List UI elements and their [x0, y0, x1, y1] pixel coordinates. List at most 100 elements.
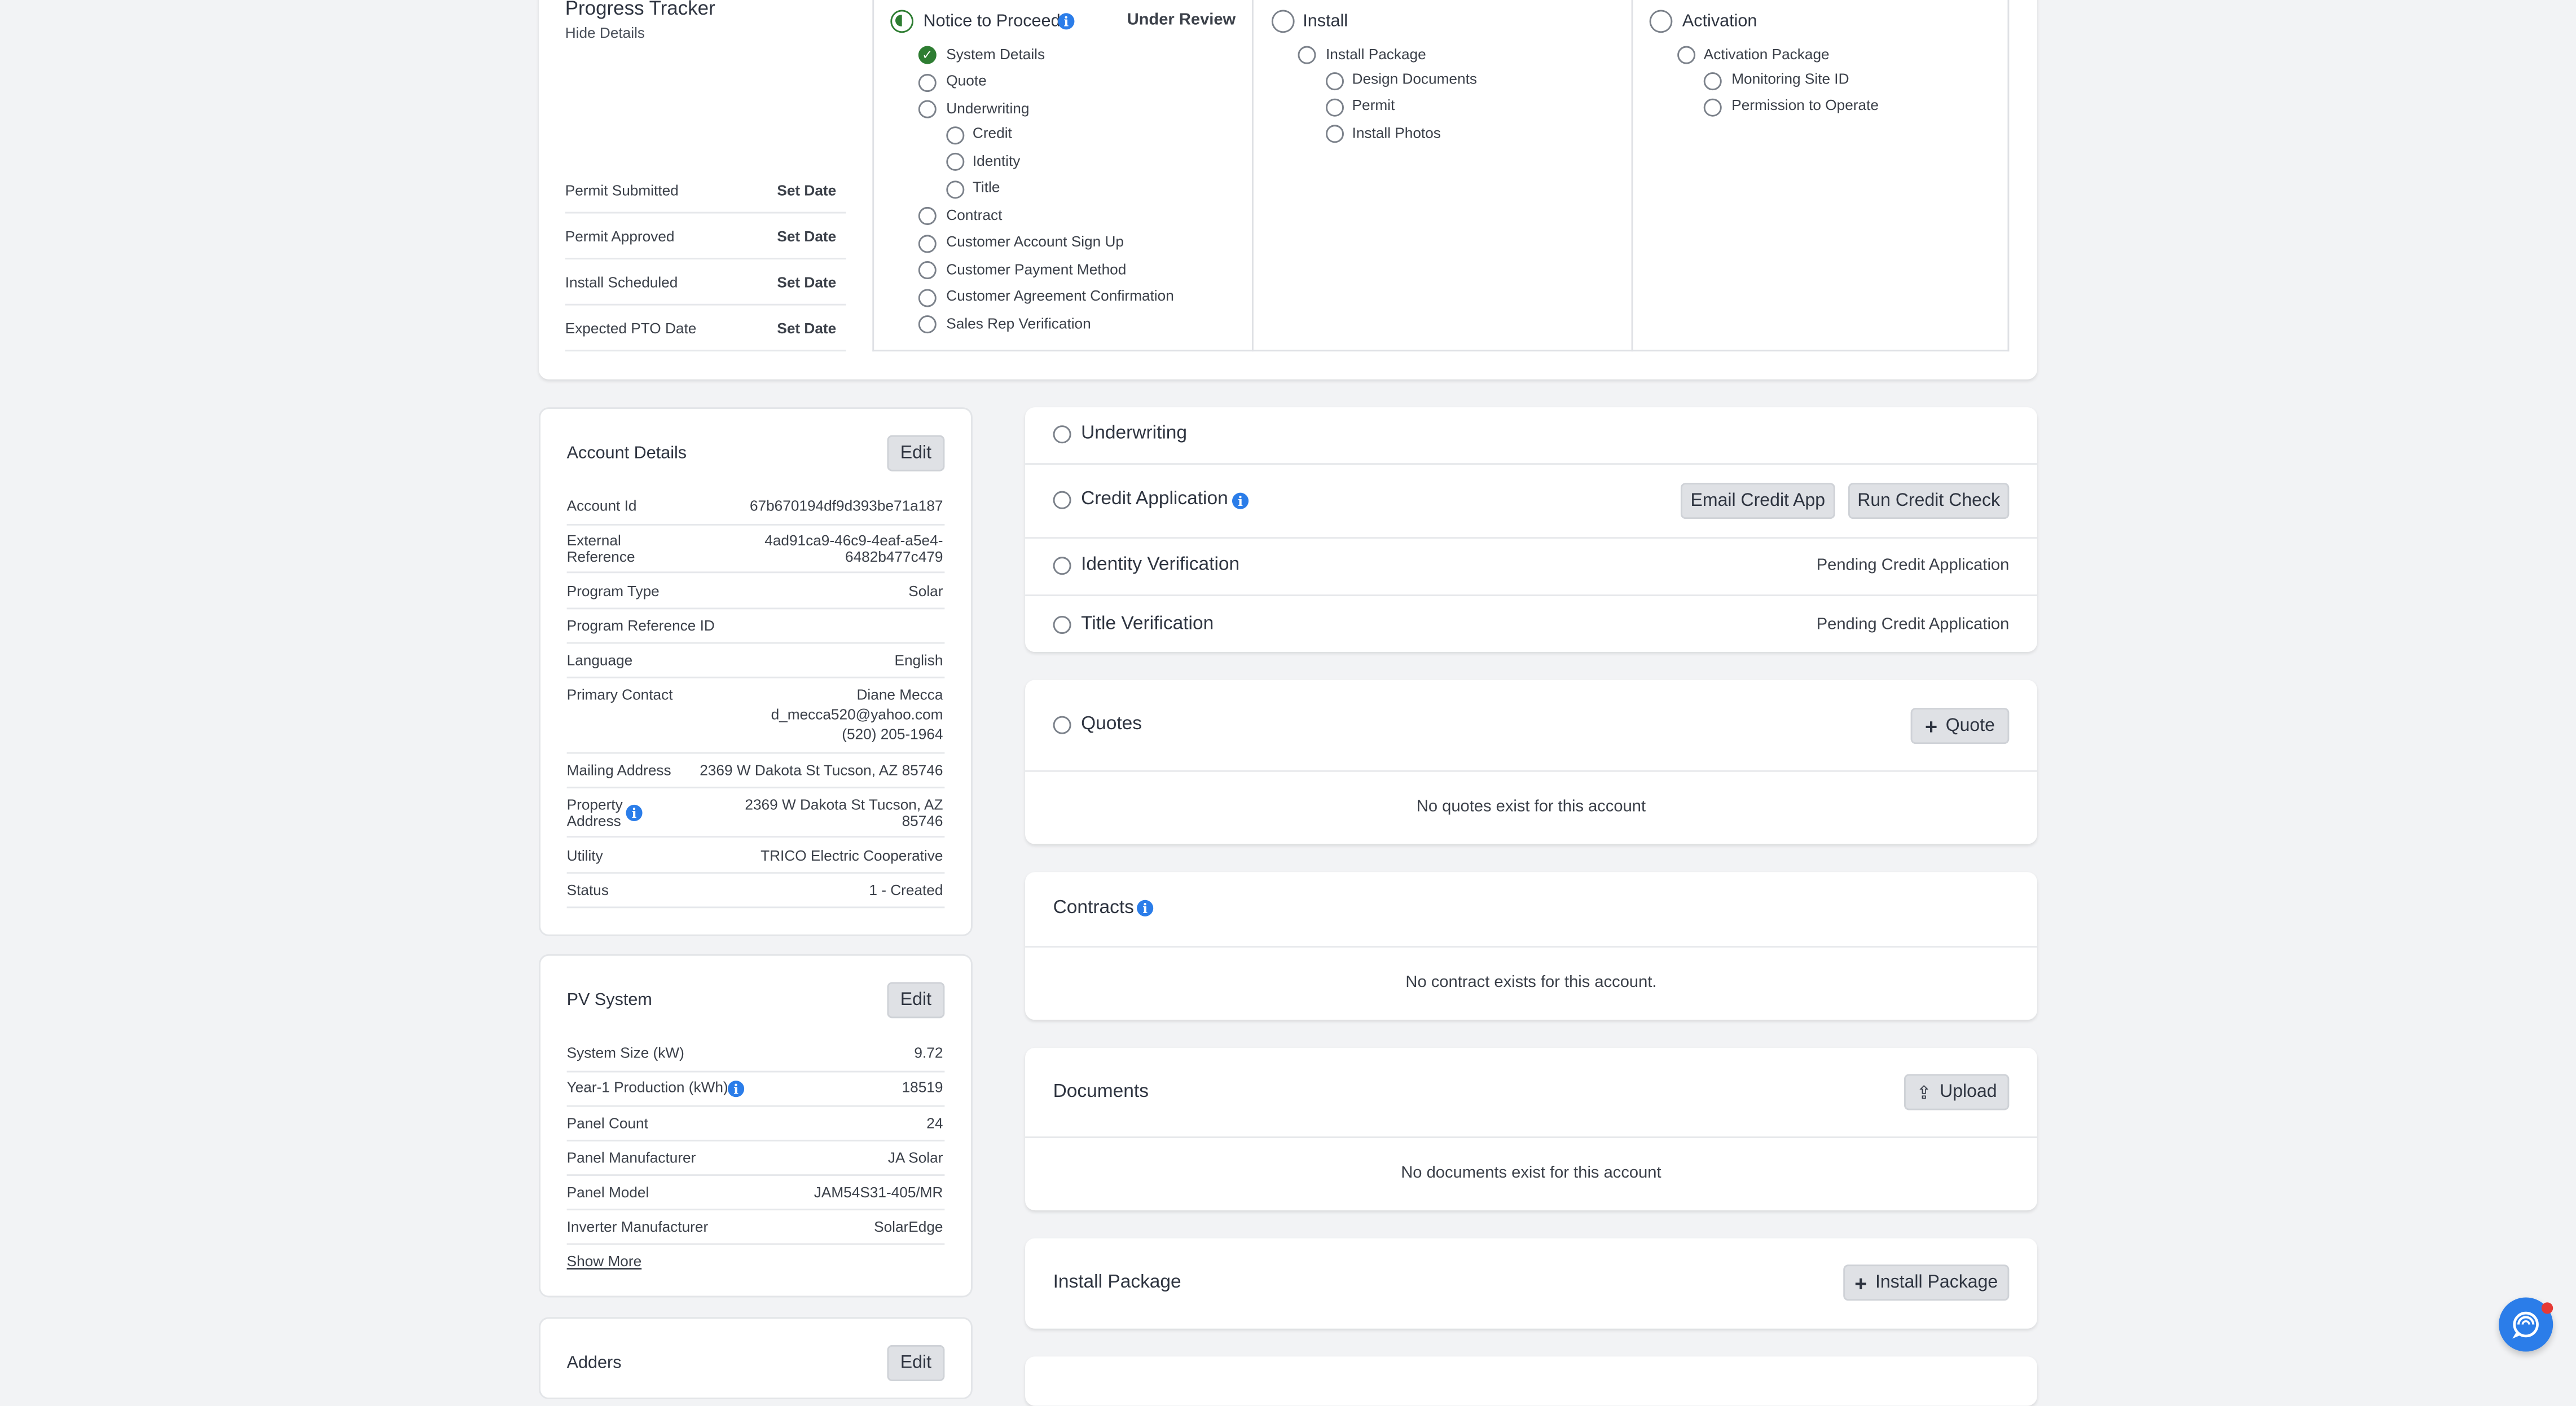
adders-title: Adders: [566, 1353, 622, 1373]
field-value: 18519: [902, 1079, 943, 1096]
field-value: JA Solar: [887, 1149, 943, 1166]
checklist-label: Design Documents: [1352, 70, 1478, 87]
add-install-package-label: Install Package: [1875, 1272, 1998, 1293]
stage-status-icon: [890, 10, 914, 33]
circle-icon: [1325, 125, 1344, 143]
divider: [565, 258, 846, 260]
field-value: (520) 205-1964: [842, 726, 943, 743]
show-more-link[interactable]: Show More: [567, 1253, 642, 1270]
circle-icon: [1053, 615, 1071, 634]
circle-icon: [918, 74, 937, 92]
pv-system-title: PV System: [566, 990, 652, 1010]
divider: [1025, 537, 2037, 539]
set-date-button[interactable]: Set Date: [777, 320, 836, 337]
title-verification-label: Title Verification: [1081, 614, 1214, 634]
circle-icon: [946, 180, 965, 199]
info-icon[interactable]: i: [1137, 900, 1154, 916]
divider: [565, 303, 846, 306]
info-icon[interactable]: i: [1232, 492, 1249, 509]
circle-icon: [918, 100, 937, 118]
stage-divider: [1631, 0, 1633, 352]
progress-tracker-title: Progress Tracker: [565, 0, 715, 20]
add-quote-button[interactable]: + Quote: [1910, 708, 2010, 744]
field-value: JAM54S31-405/MR: [814, 1184, 943, 1201]
checklist-label: Customer Account Sign Up: [946, 233, 1124, 250]
contracts-title: Contracts: [1053, 898, 1134, 918]
field-value: 24: [926, 1115, 943, 1132]
field-value: 2369 W Dakota St Tucson, AZ: [745, 796, 943, 813]
field-value: 9.72: [914, 1044, 943, 1061]
field-label: Account Id: [566, 497, 637, 514]
stage-title[interactable]: Install: [1303, 11, 1348, 31]
stage-status-icon: [1271, 10, 1295, 33]
upload-button[interactable]: ⇪ Upload: [1904, 1074, 2010, 1110]
circle-icon: [918, 261, 937, 280]
underwriting-title: Underwriting: [1081, 424, 1188, 444]
field-label: Language: [566, 652, 633, 669]
checklist-label: System Details: [946, 46, 1045, 63]
circle-icon: [946, 126, 965, 145]
field-label: Utility: [566, 847, 603, 864]
account-edit-button[interactable]: Edit: [887, 435, 945, 471]
field-value: TRICO Electric Cooperative: [761, 847, 943, 864]
upload-icon: ⇪: [1916, 1083, 1932, 1103]
checklist-label: Customer Payment Method: [946, 261, 1127, 278]
info-icon[interactable]: i: [626, 804, 643, 821]
upload-label: Upload: [1940, 1082, 1997, 1102]
circle-icon: [918, 289, 937, 307]
email-credit-app-button[interactable]: Email Credit App: [1680, 483, 1835, 519]
next-card: [1025, 1356, 2037, 1406]
run-credit-check-button[interactable]: Run Credit Check: [1848, 483, 2010, 519]
stage-title[interactable]: Activation: [1682, 11, 1757, 31]
divider: [566, 786, 945, 788]
field-value: Diane Mecca: [856, 686, 943, 703]
set-date-button[interactable]: Set Date: [777, 182, 836, 199]
circle-icon: [1053, 491, 1071, 509]
circle-icon: [1703, 72, 1722, 91]
divider: [566, 1070, 945, 1073]
field-value: d_mecca520@yahoo.com: [771, 706, 943, 723]
checklist-label: Credit: [972, 125, 1012, 142]
install-package-title: Install Package: [1053, 1272, 1181, 1293]
circle-icon: [946, 152, 965, 171]
checklist-label: Contract: [946, 206, 1003, 224]
field-label: Panel Manufacturer: [566, 1149, 696, 1166]
half-fill: [895, 15, 902, 27]
circle-icon: [918, 206, 937, 225]
divider: [565, 350, 846, 352]
field-value: 6482b477c479: [845, 548, 943, 565]
divider: [1025, 594, 2037, 597]
stage-status: Under Review: [1127, 11, 1236, 30]
divider: [566, 1243, 945, 1245]
set-date-button[interactable]: Set Date: [777, 228, 836, 245]
plus-icon: +: [1925, 713, 1938, 738]
info-icon[interactable]: i: [728, 1081, 745, 1098]
divider: [566, 836, 945, 838]
field-value: Solar: [908, 583, 943, 600]
checklist-label: Underwriting: [946, 100, 1030, 117]
field-value: 67b670194df9d393be71a187: [749, 497, 943, 514]
info-icon[interactable]: i: [1058, 13, 1075, 30]
hide-details-link[interactable]: Hide Details: [565, 25, 645, 41]
set-date-button[interactable]: Set Date: [777, 274, 836, 290]
circle-icon: [1053, 716, 1071, 734]
field-label: Program Type: [566, 583, 660, 600]
checklist-label: Customer Agreement Confirmation: [946, 287, 1174, 304]
field-value: English: [894, 652, 943, 669]
checklist-label: Quote: [946, 72, 987, 89]
stage-divider: [1251, 0, 1254, 352]
date-label: Permit Submitted: [565, 182, 679, 199]
add-install-package-button[interactable]: + Install Package: [1843, 1264, 2010, 1301]
adders-edit-button[interactable]: Edit: [887, 1345, 945, 1381]
checklist-label: Permit: [1352, 96, 1395, 113]
pv-edit-button[interactable]: Edit: [887, 982, 945, 1019]
documents-title: Documents: [1053, 1082, 1149, 1102]
field-label: Mailing Address: [566, 762, 671, 779]
divider: [566, 676, 945, 678]
stage-title[interactable]: Notice to Proceed: [924, 11, 1061, 31]
checklist-label: Sales Rep Verification: [946, 315, 1091, 332]
field-label: Panel Count: [566, 1115, 648, 1132]
field-label: Address: [566, 813, 621, 830]
identity-status: Pending Credit Application: [1816, 557, 2010, 575]
date-label: Install Scheduled: [565, 274, 678, 291]
